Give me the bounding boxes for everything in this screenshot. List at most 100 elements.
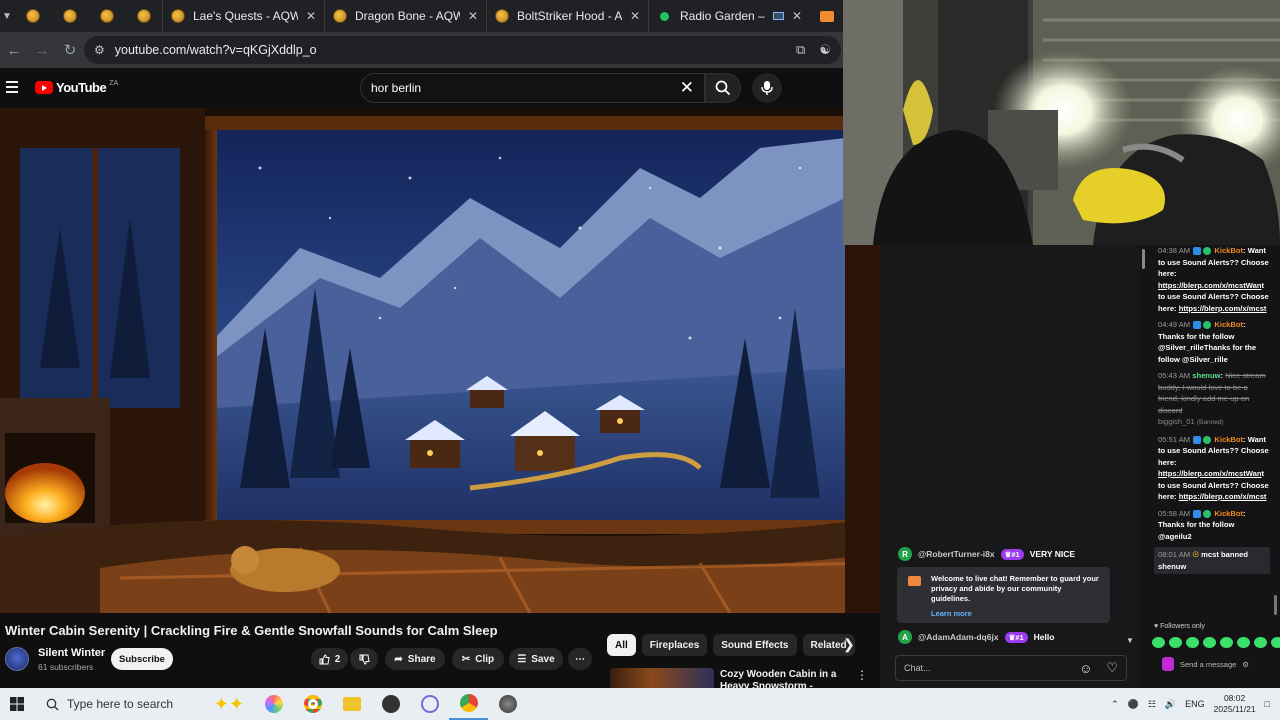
clear-search-icon[interactable]: ✕ [680, 78, 694, 98]
emote-icon[interactable] [1169, 637, 1182, 648]
emote-icon[interactable] [1254, 637, 1267, 648]
chat-username[interactable]: shenuw [1192, 371, 1220, 380]
recommended-title[interactable]: Cozy Wooden Cabin in a Heavy Snowstorm -… [720, 669, 850, 688]
taskbar-search-placeholder[interactable]: Type here to search [67, 697, 173, 711]
site-info-icon[interactable]: ⚙ [94, 43, 105, 57]
tab-dragon-bone[interactable]: Dragon Bone - AQW ✕ [324, 0, 486, 32]
more-vertical-icon[interactable]: ⋮ [856, 668, 868, 682]
back-arrow-icon[interactable]: ← [0, 32, 28, 68]
share-button[interactable]: ➦ Share [385, 648, 445, 670]
user-avatar[interactable]: A [898, 630, 912, 644]
notice-text: Welcome to live chat! Remember to guard … [931, 574, 1099, 603]
chevron-right-icon[interactable]: ❯ [843, 636, 855, 653]
chat-scrollbar-thumb[interactable] [1274, 595, 1277, 615]
emote-icon[interactable] [1186, 637, 1199, 648]
url-bar[interactable]: ⚙ youtube.com/watch?v=qKGjXddlp_o ⧉ ☯ [84, 36, 841, 64]
youtube-logo[interactable]: YouTube ZA [35, 80, 118, 95]
chrome-icon[interactable] [293, 688, 332, 720]
chat-placeholder[interactable]: Chat... [904, 663, 931, 673]
emoji-icon[interactable]: ☺ [1079, 661, 1092, 676]
chat-link[interactable]: https://blerp.com/x/mcstWan [1158, 469, 1262, 478]
chat-link[interactable]: https://blerp.com/x/mcst [1179, 304, 1267, 313]
pinned-tab-aqw-1[interactable] [14, 0, 51, 32]
emote-icon[interactable] [1237, 637, 1250, 648]
tab-laes-quests[interactable]: Lae's Quests - AQW ✕ [162, 0, 324, 32]
chat-scrollbar[interactable] [1142, 249, 1145, 269]
chat-link[interactable]: https://blerp.com/x/mcstWan [1158, 281, 1262, 290]
like-button[interactable]: 2 [311, 648, 348, 670]
tab-partial-orange[interactable] [810, 0, 834, 32]
volume-icon[interactable]: 🔊 [1165, 699, 1176, 710]
pinned-tab-aqw-3[interactable] [88, 0, 125, 32]
tab-boltstriker-hood[interactable]: BoltStriker Hood - AQW ✕ [486, 0, 648, 32]
chip-sound-effects[interactable]: Sound Effects [713, 634, 797, 656]
chat-username[interactable]: @AdamAdam-dq6jx [918, 632, 999, 642]
search-query-text[interactable]: hor berlin [371, 81, 421, 95]
language-indicator[interactable]: ENG [1185, 699, 1205, 709]
tab-radio-garden[interactable]: Radio Garden – Glob ✕ [648, 0, 810, 32]
search-button[interactable] [705, 73, 741, 103]
dislike-button[interactable] [350, 648, 378, 670]
notification-icon[interactable]: □ [1265, 699, 1270, 709]
chip-fireplaces[interactable]: Fireplaces [641, 634, 708, 656]
file-explorer-icon[interactable] [332, 688, 371, 720]
chat-username[interactable]: KickBot [1214, 509, 1243, 518]
user-avatar[interactable]: R [898, 547, 912, 561]
taskbar-search[interactable]: Type here to search [34, 688, 204, 720]
emote-icon[interactable] [1203, 637, 1216, 648]
learn-more-link[interactable]: Learn more [931, 609, 1102, 619]
send-message-row[interactable]: Send a message ⚙ [1162, 657, 1249, 671]
close-tab-icon[interactable]: ✕ [792, 9, 802, 23]
banned-username: biggish_01 [1158, 417, 1195, 426]
install-app-icon[interactable]: ⧉ [796, 42, 805, 58]
tab-search-chevron-icon[interactable]: ▼ [0, 11, 14, 22]
more-actions-button[interactable]: ⋯ [568, 648, 592, 670]
heart-icon[interactable]: ♡ [1106, 660, 1118, 676]
subscribe-button[interactable]: Subscribe [111, 648, 173, 670]
pinned-tab-aqw-2[interactable] [51, 0, 88, 32]
scroll-down-icon[interactable]: ▼ [1126, 636, 1134, 645]
windows-start-button[interactable] [0, 688, 34, 720]
forward-arrow-icon[interactable]: → [28, 32, 56, 68]
close-tab-icon[interactable]: ✕ [630, 9, 640, 23]
search-input[interactable]: hor berlin ✕ [360, 73, 705, 103]
reload-icon[interactable]: ↻ [56, 32, 84, 68]
sparkle-widget-icon[interactable]: ✦✦ [204, 688, 254, 720]
emote-icon[interactable] [1220, 637, 1233, 648]
clock[interactable]: 08:02 2025/11/21 [1214, 693, 1256, 715]
chat-username[interactable]: @RobertTurner-i8x [918, 549, 995, 559]
recommended-thumbnail[interactable] [610, 668, 714, 688]
voice-search-button[interactable] [752, 73, 782, 103]
network-icon[interactable]: ☷ [1148, 699, 1156, 710]
emote-icon[interactable] [1271, 637, 1280, 648]
video-player[interactable] [0, 108, 880, 613]
send-message-placeholder[interactable]: Send a message [1180, 660, 1236, 669]
chat-username[interactable]: KickBot [1214, 435, 1243, 444]
chrome-profile-icon[interactable] [449, 688, 488, 720]
translate-icon[interactable]: ☯ [819, 42, 831, 58]
emote-icon[interactable] [1152, 637, 1165, 648]
channel-name[interactable]: Silent Winter [38, 647, 105, 659]
save-button[interactable]: ☰ Save [509, 648, 563, 670]
snipping-tool-icon[interactable] [410, 688, 449, 720]
url-text[interactable]: youtube.com/watch?v=qKGjXddlp_o [115, 43, 317, 57]
chat-input[interactable]: Chat... ☺ ♡ [895, 655, 1127, 681]
microphone-icon[interactable]: ⚫ [1128, 699, 1139, 710]
chevron-up-icon[interactable]: ⌃ [1111, 699, 1119, 710]
chat-link[interactable]: https://blerp.com/x/mcst [1179, 492, 1267, 501]
chat-username[interactable]: KickBot [1214, 246, 1243, 255]
chip-all[interactable]: All [607, 634, 636, 656]
settings-gear-icon[interactable]: ⚙ [1242, 660, 1249, 669]
chat-username[interactable]: KickBot [1214, 320, 1243, 329]
app-icon[interactable] [488, 688, 527, 720]
obs-icon[interactable] [371, 688, 410, 720]
clip-button[interactable]: ✂ Clip [452, 648, 504, 670]
pinned-tab-aqw-4[interactable] [125, 0, 162, 32]
close-tab-icon[interactable]: ✕ [468, 9, 478, 23]
copilot-icon[interactable] [254, 688, 293, 720]
tab-title: Lae's Quests - AQW [193, 9, 298, 23]
badge-rank: #1 [1011, 549, 1020, 559]
menu-icon[interactable] [6, 81, 18, 93]
channel-avatar[interactable] [5, 647, 29, 671]
close-tab-icon[interactable]: ✕ [306, 9, 316, 23]
